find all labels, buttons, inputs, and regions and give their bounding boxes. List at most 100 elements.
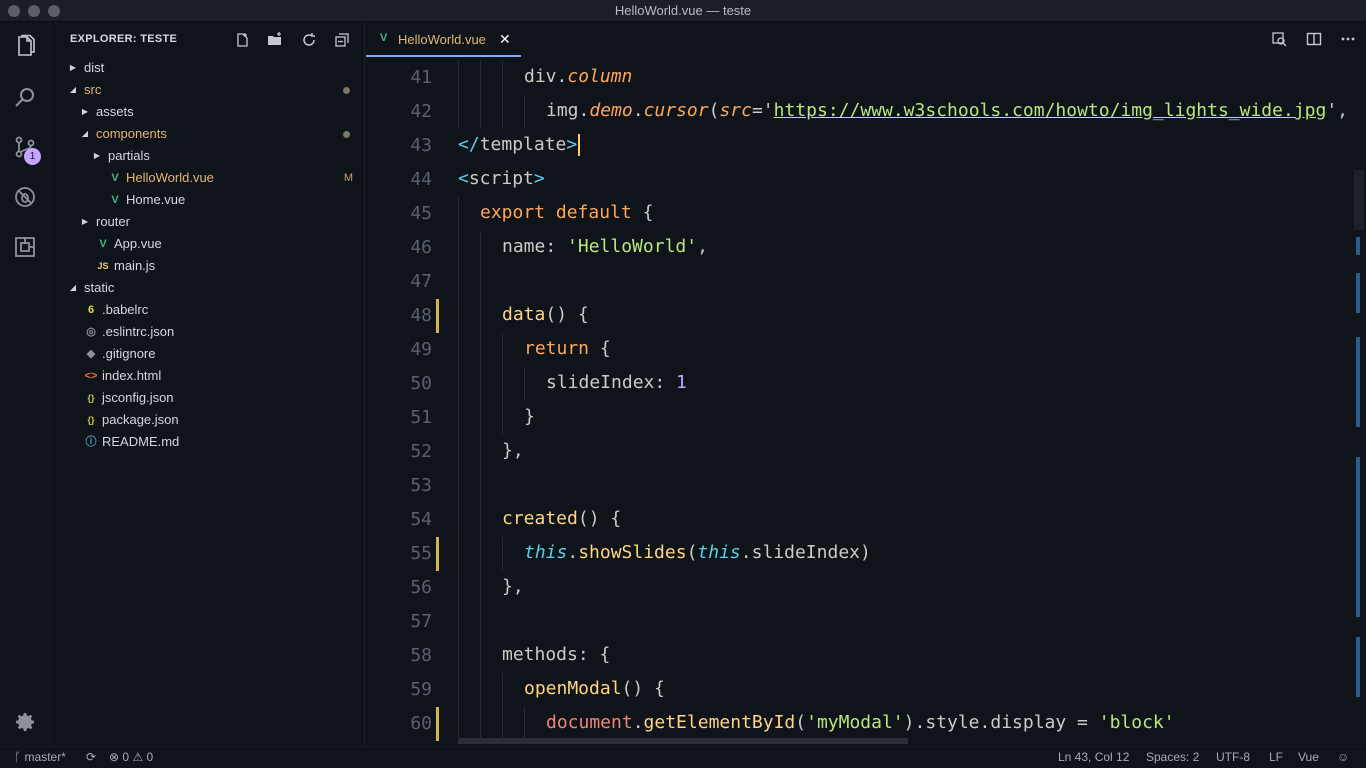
tree-file[interactable]: JS main.js: [50, 255, 365, 277]
code-token: openModal: [524, 678, 622, 699]
tree-folder[interactable]: ◢ src: [50, 79, 365, 101]
split-editor-icon[interactable]: [1306, 31, 1322, 47]
search-icon[interactable]: [13, 85, 37, 109]
code-line[interactable]: 51}: [366, 401, 1366, 435]
code-token: slideIndex:: [546, 372, 677, 393]
title-bar: HelloWorld.vue — teste: [0, 0, 1366, 22]
indent-guide: [458, 231, 459, 265]
code-token: methods: {: [502, 644, 611, 665]
code-token: >: [533, 168, 545, 189]
tree-folder[interactable]: ▶ router: [50, 211, 365, 233]
indentation[interactable]: Spaces: 2: [1146, 747, 1199, 768]
tree-file[interactable]: {} package.json: [50, 409, 365, 431]
chevron-down-icon[interactable]: ◢: [68, 79, 78, 101]
tree-file[interactable]: V App.vue: [50, 233, 365, 255]
chevron-right-icon[interactable]: ▶: [80, 101, 90, 123]
indent-guide: [524, 95, 525, 129]
collapse-all-icon[interactable]: [334, 32, 350, 48]
code-line[interactable]: 55 this.showSlides(this.slideIndex): [366, 537, 1366, 571]
code-token: ,: [697, 236, 708, 257]
line-number: 60: [410, 713, 432, 734]
code-line[interactable]: 45 export default {: [366, 197, 1366, 231]
tree-folder[interactable]: ▶ assets: [50, 101, 365, 123]
tree-file[interactable]: ◆ .gitignore: [50, 343, 365, 365]
chevron-down-icon[interactable]: ◢: [68, 277, 78, 299]
sync-icon[interactable]: ⟳: [86, 747, 96, 768]
code-line[interactable]: 41 div.column: [366, 61, 1366, 95]
code-line[interactable]: 49 return {: [366, 333, 1366, 367]
code-token: template: [479, 134, 567, 155]
code-line[interactable]: 46 name: 'HelloWorld',: [366, 231, 1366, 265]
problems-indicator[interactable]: ⊗ 0 ⚠ 0: [109, 747, 153, 768]
code-text: name: 'HelloWorld',: [502, 236, 708, 257]
tree-item-label: main.js: [114, 258, 156, 273]
tree-file[interactable]: V HelloWorld.vue M: [50, 167, 365, 189]
tree-file[interactable]: {} jsconfig.json: [50, 387, 365, 409]
close-tab-icon[interactable]: ✕: [499, 31, 511, 48]
code-line[interactable]: 44 <script>: [366, 163, 1366, 197]
code-token: .: [567, 542, 579, 563]
tree-file[interactable]: 6 .babelrc: [50, 299, 365, 321]
tab-helloworld-vue[interactable]: V HelloWorld.vue ✕: [366, 22, 521, 57]
line-number: 55: [410, 543, 432, 564]
code-token: {: [599, 338, 611, 359]
tree-item-label: Home.vue: [126, 192, 186, 207]
new-folder-icon[interactable]: [267, 32, 283, 48]
indent-guide: [480, 605, 481, 639]
chevron-right-icon[interactable]: ▶: [68, 57, 78, 79]
indent-guide: [458, 435, 459, 469]
debug-icon[interactable]: [13, 185, 37, 209]
code-line[interactable]: 52},: [366, 435, 1366, 469]
git-file-icon: ◆: [86, 348, 96, 360]
indent-guide: [502, 537, 503, 571]
code-token: <: [458, 168, 469, 189]
feedback-smiley-icon[interactable]: ☺: [1337, 747, 1349, 768]
tree-folder[interactable]: ▶ dist: [50, 57, 365, 79]
code-text: },: [502, 440, 524, 461]
code-line[interactable]: 48 data() {: [366, 299, 1366, 333]
code-line[interactable]: 58 methods: {: [366, 639, 1366, 673]
indent-guide: [480, 639, 481, 673]
code-token: slideIndex): [751, 542, 871, 563]
refresh-icon[interactable]: [301, 32, 317, 48]
open-changes-icon[interactable]: [1271, 31, 1287, 47]
code-editor[interactable]: 41 div.column 42 img.demo.cursor(src='https…: [366, 57, 1366, 746]
chevron-right-icon[interactable]: ▶: [92, 145, 102, 167]
indent-guide: [524, 367, 525, 401]
new-file-icon[interactable]: [234, 32, 250, 48]
code-text: return {: [524, 338, 611, 359]
encoding[interactable]: UTF-8: [1216, 747, 1250, 768]
code-line[interactable]: 56},: [366, 571, 1366, 605]
code-line[interactable]: 50 slideIndex: 1: [366, 367, 1366, 401]
cursor-position[interactable]: Ln 43, Col 12: [1058, 747, 1129, 768]
code-line[interactable]: 42 img.demo.cursor(src='https://www.w3sch…: [366, 95, 1366, 129]
language-mode[interactable]: Vue: [1298, 747, 1319, 768]
chevron-down-icon[interactable]: ◢: [80, 123, 90, 145]
tree-file[interactable]: <> index.html: [50, 365, 365, 387]
code-text: created() {: [502, 508, 621, 529]
tree-folder[interactable]: ◢ static: [50, 277, 365, 299]
line-number: 54: [410, 509, 432, 530]
tree-file[interactable]: ◎ .eslintrc.json: [50, 321, 365, 343]
end-of-line[interactable]: LF: [1269, 747, 1283, 768]
code-line[interactable]: 59 openModal() {: [366, 673, 1366, 707]
branch-indicator[interactable]: ᚴ master*: [14, 747, 66, 768]
code-line[interactable]: 60 document.getElementById('myModal').sty…: [366, 707, 1366, 741]
code-line[interactable]: 53: [366, 469, 1366, 503]
code-line[interactable]: 54 created() {: [366, 503, 1366, 537]
indent-guide: [480, 673, 481, 707]
tree-folder[interactable]: ◢ components: [50, 123, 365, 145]
code-line[interactable]: 57: [366, 605, 1366, 639]
tree-folder[interactable]: ▶ partials: [50, 145, 365, 167]
vue-file-icon: V: [99, 238, 107, 250]
explorer-icon[interactable]: [13, 34, 37, 58]
code-token: }: [524, 406, 535, 427]
chevron-right-icon[interactable]: ▶: [80, 211, 90, 233]
code-line[interactable]: 47: [366, 265, 1366, 299]
tree-file[interactable]: ⓘ README.md: [50, 431, 365, 453]
more-actions-icon[interactable]: [1340, 31, 1356, 47]
extensions-icon[interactable]: [13, 235, 37, 259]
tree-file[interactable]: V Home.vue: [50, 189, 365, 211]
gear-icon[interactable]: [13, 710, 37, 734]
code-line[interactable]: 43 </template>: [366, 129, 1366, 163]
